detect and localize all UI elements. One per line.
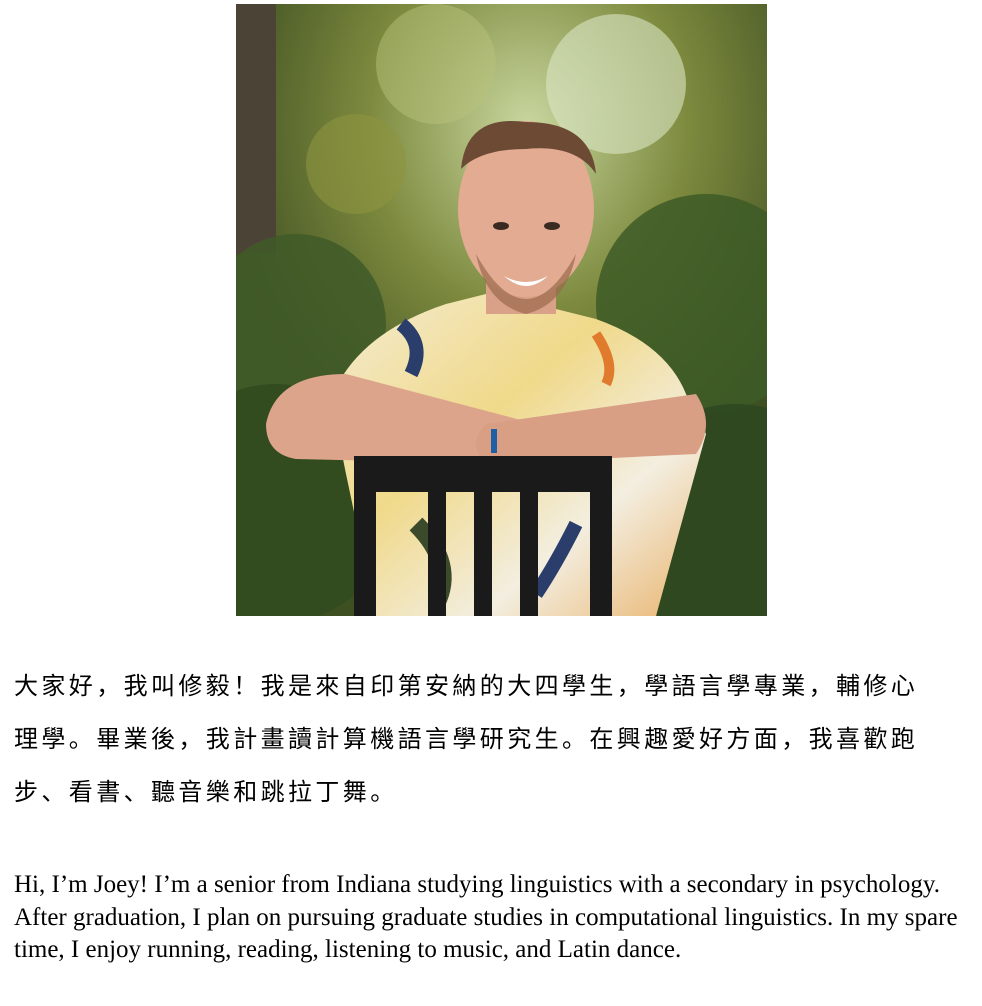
intro-chinese-line-3: 步、看書、聽音樂和跳拉丁舞。 [14,778,398,806]
profile-photo [236,4,767,616]
intro-chinese-line-2: 理學。畢業後，我計畫讀計算機語言學研究生。在興趣愛好方面，我喜歡跑 [14,725,919,753]
profile-photo-image [236,4,767,616]
intro-chinese-line-1: 大家好，我叫修毅！我是來自印第安納的大四學生，學語言學專業，輔修心 [14,672,919,700]
intro-chinese: 大家好，我叫修毅！我是來自印第安納的大四學生，學語言學專業，輔修心 理學。畢業後… [14,660,964,819]
intro-english: Hi, I’m Joey! I’m a senior from Indiana … [14,871,958,963]
